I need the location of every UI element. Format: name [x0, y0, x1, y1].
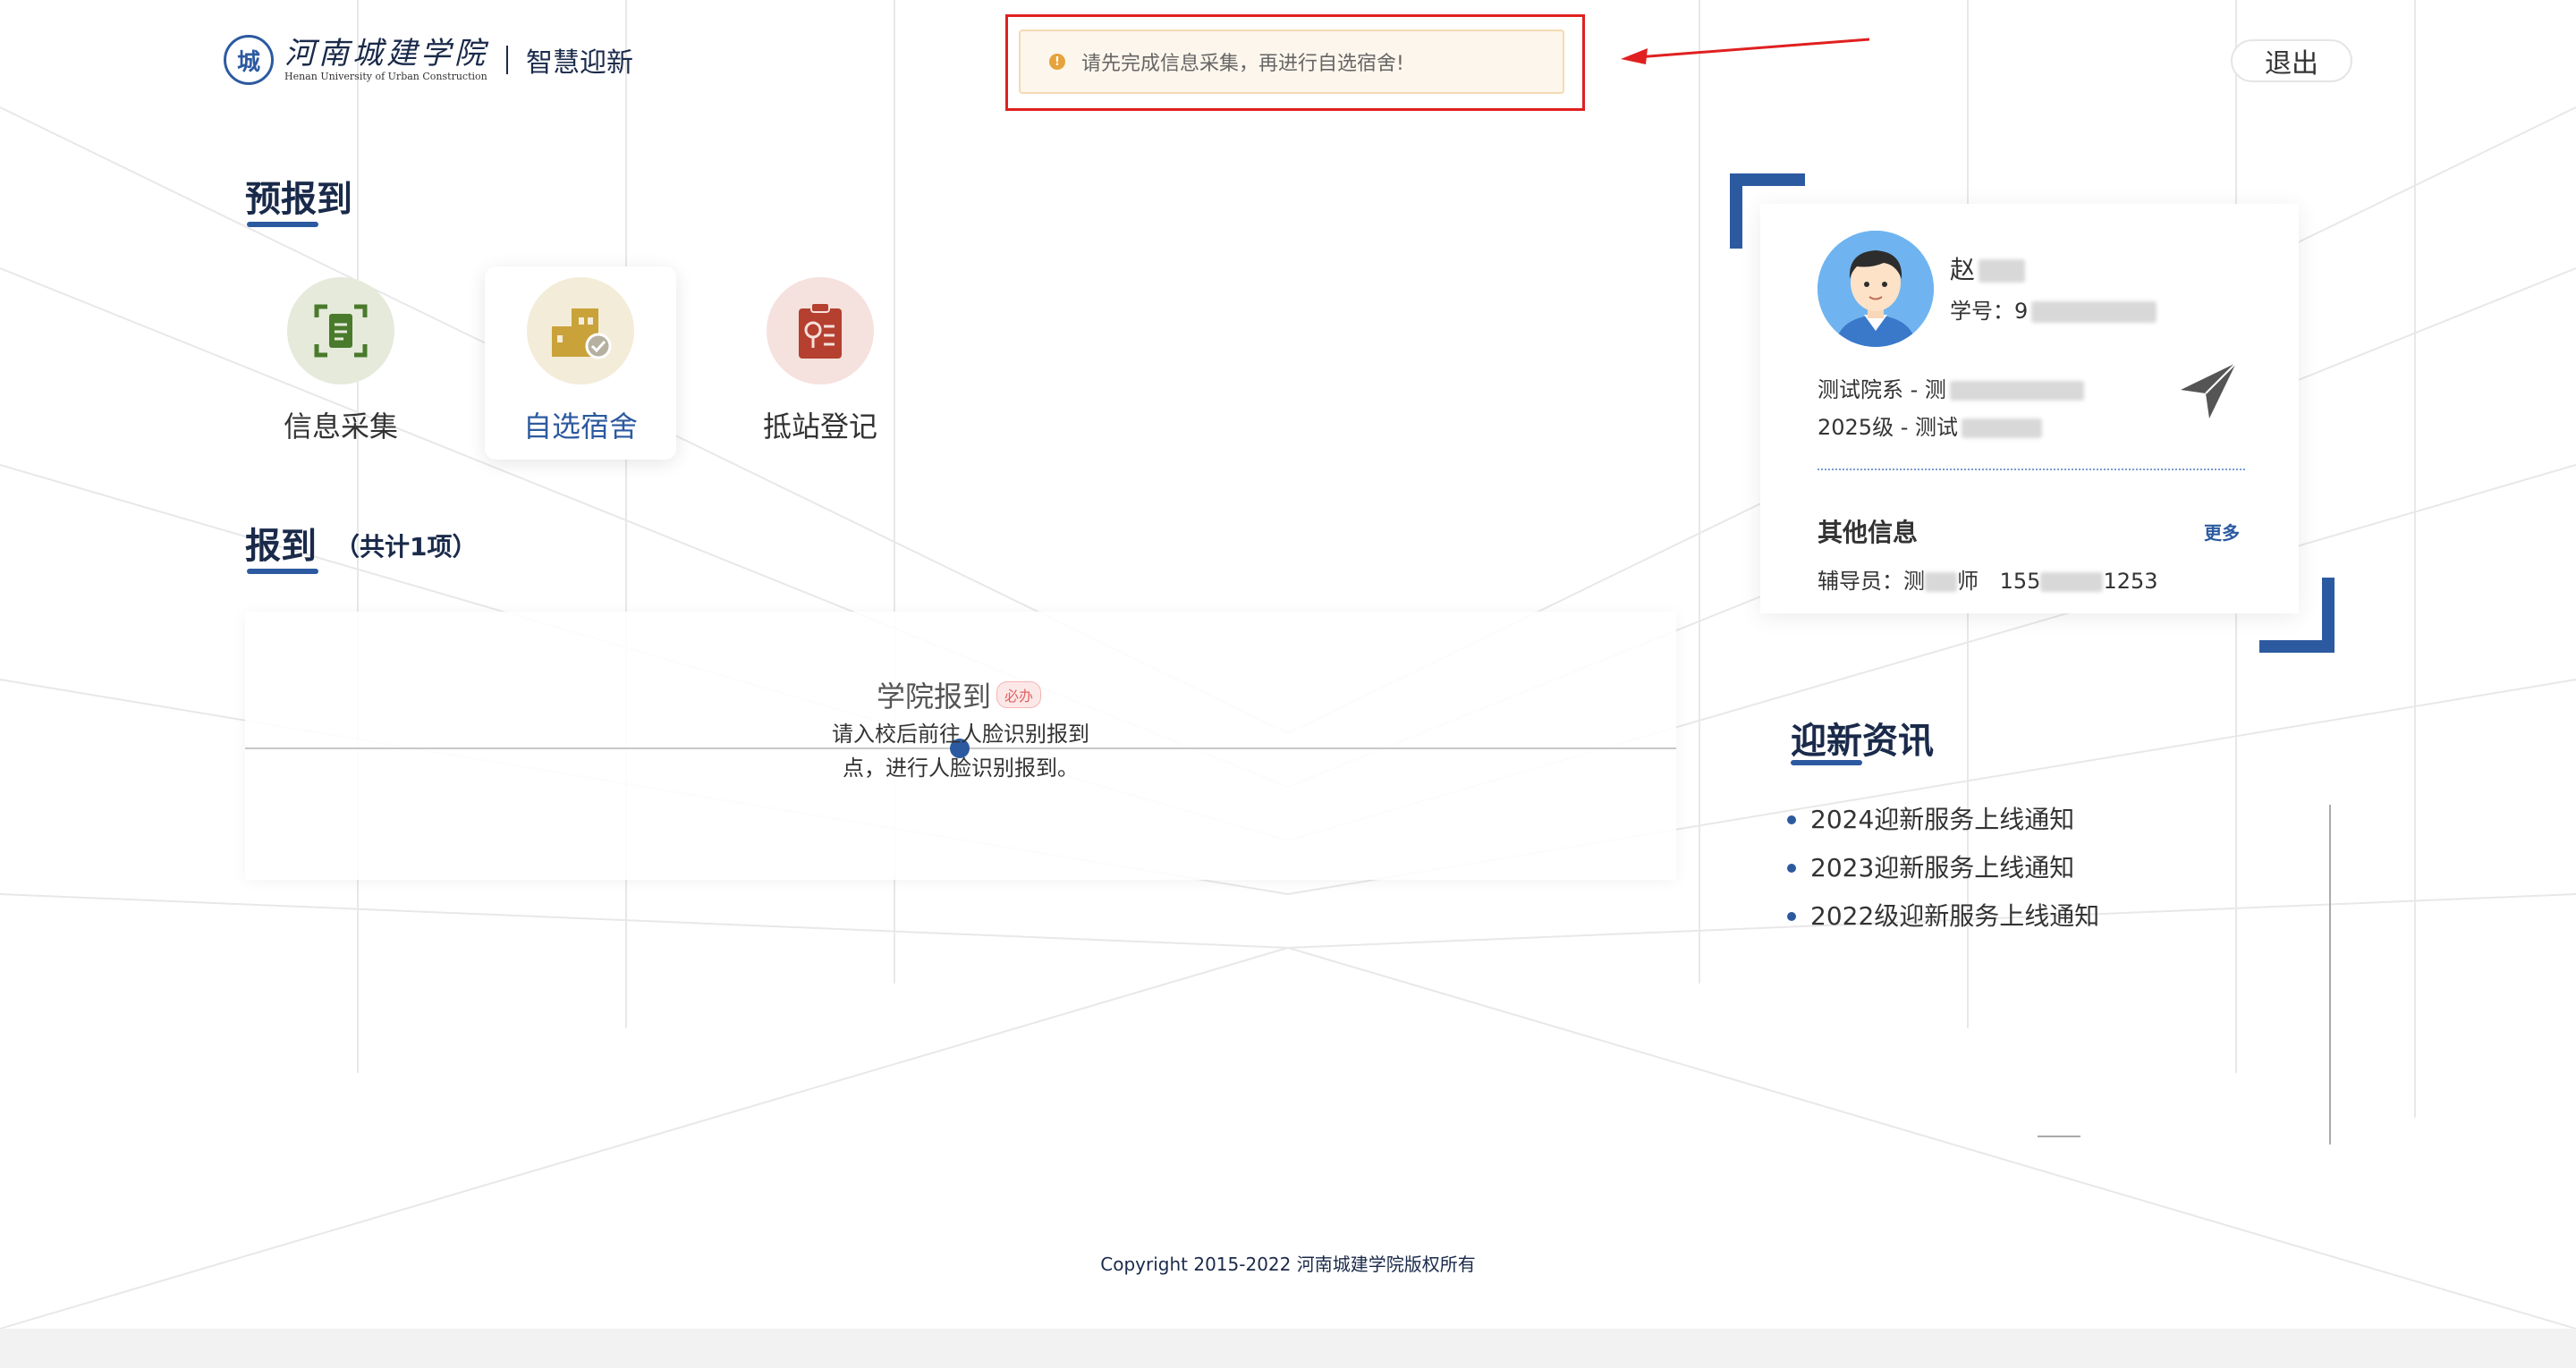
warning-icon: !	[1049, 54, 1065, 70]
dormitory-icon	[527, 277, 634, 384]
card-corner-decoration	[2322, 578, 2334, 653]
student-name-visible: 赵	[1950, 255, 1976, 284]
required-badge: 必办	[996, 681, 1042, 708]
school-logo[interactable]: 城 河南城建学院 Henan University of Urban Const…	[224, 34, 633, 86]
card-corner-decoration	[1730, 173, 1742, 249]
news-item-text: 2024迎新服务上线通知	[1810, 805, 2075, 834]
bullet-icon	[1787, 864, 1796, 873]
annotation-arrow-icon	[1621, 38, 1870, 64]
logout-button[interactable]: 退出	[2231, 39, 2352, 82]
logo-divider	[506, 46, 508, 74]
news-item[interactable]: 2023迎新服务上线通知	[1787, 844, 2099, 892]
student-grade: 2025级 - 测试	[1818, 410, 2042, 441]
grade-visible: 2025级 - 测试	[1818, 415, 1958, 440]
report-item-title: 学院报到	[877, 680, 992, 714]
bullet-icon	[1787, 912, 1796, 921]
news-item-text: 2023迎新服务上线通知	[1810, 853, 2075, 882]
avatar	[1818, 231, 1934, 347]
profile-divider	[1818, 469, 2245, 470]
counselor-name-start: 测	[1903, 569, 1925, 594]
student-profile-card: 赵 学号：9 测试院系 - 测 2025级 - 测试 其他信息 更多 辅导员：测…	[1760, 204, 2299, 613]
redacted-text	[1925, 572, 1957, 592]
school-emblem-icon: 城	[224, 35, 274, 85]
tile-label: 抵站登记	[762, 410, 877, 443]
tile-info-collection[interactable]: 信息采集	[245, 266, 436, 460]
student-department: 测试院系 - 测	[1818, 372, 2084, 403]
report-count: （共计1项）	[335, 532, 478, 562]
news-item-text: 2022级迎新服务上线通知	[1810, 901, 2100, 931]
bullet-icon	[1787, 815, 1796, 824]
logo-text: 河南城建学院 Henan University of Urban Constru…	[284, 37, 488, 83]
news-underline	[1791, 760, 1862, 765]
student-id-visible: 9	[2014, 299, 2029, 324]
document-scan-icon	[287, 277, 394, 384]
redacted-text	[2040, 572, 2104, 592]
tile-label: 信息采集	[283, 410, 398, 443]
send-icon[interactable]	[2177, 358, 2241, 422]
tile-dormitory-selection[interactable]: 自选宿舍	[485, 266, 676, 460]
more-link[interactable]: 更多	[2204, 519, 2240, 545]
other-info-title: 其他信息	[1818, 518, 1919, 547]
alert-highlight-box: ! 请先完成信息采集，再进行自选宿舍!	[1005, 14, 1585, 111]
news-list: 2024迎新服务上线通知 2023迎新服务上线通知 2022级迎新服务上线通知	[1787, 796, 2099, 941]
copyright-text: Copyright 2015-2022 河南城建学院版权所有	[1100, 1254, 1476, 1275]
app-name: 智慧迎新	[526, 47, 633, 79]
warning-alert: ! 请先完成信息采集，再进行自选宿舍!	[1019, 30, 1564, 94]
news-scrollbar[interactable]	[2329, 805, 2331, 1144]
tile-label: 自选宿舍	[522, 410, 638, 443]
counselor-phone-end: 1253	[2103, 569, 2158, 594]
college-report-item[interactable]: 学院报到 必办	[877, 674, 1042, 715]
news-title: 迎新资讯	[1791, 721, 1934, 762]
redacted-text	[2031, 301, 2157, 323]
logo-chinese: 河南城建学院	[284, 36, 488, 72]
pre-report-underline	[247, 222, 318, 227]
counselor-name-end: 师	[1957, 569, 1979, 594]
report-underline	[247, 569, 318, 574]
report-item-description: 请入校后前往人脸识别报到点，进行人脸识别报到。	[832, 722, 1089, 781]
report-title: 报到	[245, 526, 317, 567]
student-name: 赵	[1950, 250, 2026, 286]
redacted-text	[1979, 259, 2026, 283]
news-pager-indicator[interactable]	[2038, 1136, 2080, 1137]
student-id-label: 学号：	[1950, 299, 2014, 324]
counselor-label: 辅导员：	[1818, 569, 1903, 594]
clipboard-icon	[767, 277, 874, 384]
news-item[interactable]: 2022级迎新服务上线通知	[1787, 892, 2099, 941]
redacted-text	[1949, 381, 2084, 401]
footer-band	[0, 1329, 2576, 1368]
redacted-text	[1962, 418, 2042, 438]
news-item[interactable]: 2024迎新服务上线通知	[1787, 796, 2099, 844]
pre-report-title: 预报到	[245, 179, 352, 220]
department-visible: 测试院系 - 测	[1818, 377, 1946, 402]
alert-message: 请先完成信息采集，再进行自选宿舍!	[1081, 53, 1404, 75]
counselor-phone-start: 155	[1999, 569, 2041, 594]
report-timeline-panel: 学院报到 必办 请入校后前往人脸识别报到点，进行人脸识别报到。	[245, 612, 1676, 880]
student-id: 学号：9	[1950, 293, 2157, 325]
counselor-info: 辅导员：测 师 155 1253	[1818, 563, 2158, 595]
logo-english: Henan University of Urban Construction	[284, 71, 487, 82]
tile-station-registration[interactable]: 抵站登记	[724, 266, 916, 460]
